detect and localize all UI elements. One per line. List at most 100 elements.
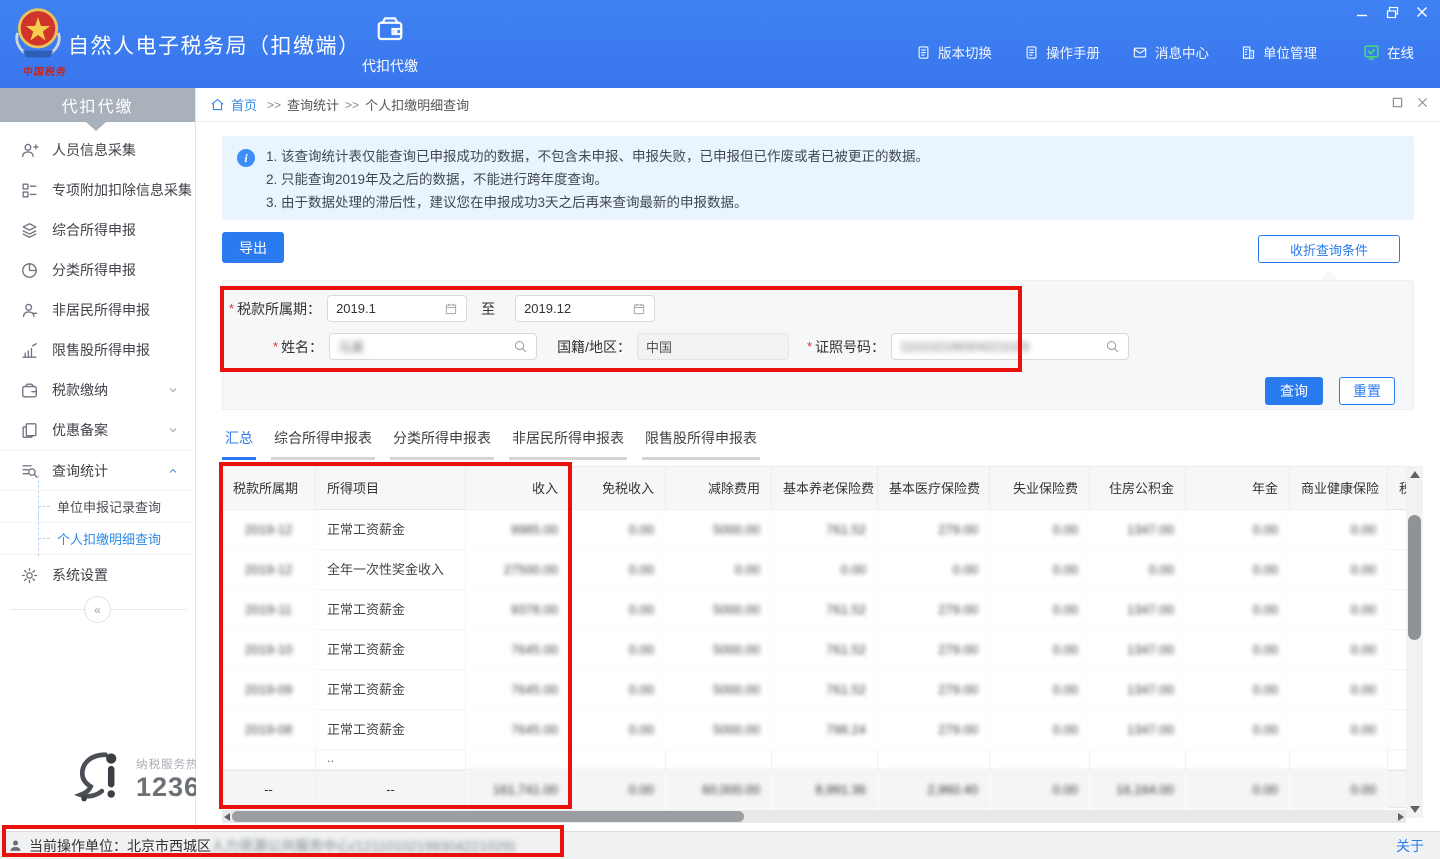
sidebar-subitem-unit-declaration-query[interactable]: 单位申报记录查询: [0, 490, 195, 522]
id-number-input[interactable]: 110102199304221029: [891, 333, 1129, 360]
table-cell: [878, 750, 990, 770]
column-header: 税款所属期: [222, 466, 316, 510]
table-cell: 0.00: [1186, 670, 1290, 710]
sidebar-item-label: 人员信息采集: [52, 140, 136, 160]
close-button[interactable]: [1414, 4, 1430, 20]
sidebar-collapse-button[interactable]: «: [84, 596, 111, 623]
table-cell: 0.00: [1186, 770, 1290, 808]
table-cell: 761.52: [772, 670, 878, 710]
submenu-label: 个人扣缴明细查询: [57, 529, 161, 548]
table-cell: 1347.00: [1090, 510, 1186, 550]
search-icon[interactable]: [1105, 339, 1120, 354]
online-status[interactable]: 在线: [1363, 42, 1414, 62]
vertical-scrollbar-thumb[interactable]: [1408, 515, 1421, 640]
chart-icon: [20, 341, 39, 360]
collapse-query-conditions-button[interactable]: 收折查询条件: [1258, 235, 1400, 263]
table-cell: 1347.00: [1090, 590, 1186, 630]
horizontal-scrollbar-thumb[interactable]: [232, 811, 744, 822]
reset-button[interactable]: 重置: [1339, 377, 1395, 405]
hotline-headset-icon: [72, 750, 128, 808]
id-number-value: 110102199304221029: [900, 339, 1105, 354]
sidebar-item-special-deduction[interactable]: 专项附加扣除信息采集: [0, 170, 195, 210]
menu-unit-management[interactable]: 单位管理: [1241, 42, 1317, 62]
name-input[interactable]: 马某: [329, 333, 537, 360]
sidebar-subitem-personal-withholding-query[interactable]: 个人扣缴明细查询: [0, 522, 195, 554]
notice-line: 3. 由于数据处理的滞后性，建议您在申报成功3天之后再来查询最新的申报数据。: [266, 191, 1414, 214]
tab-restricted-stock[interactable]: 限售股所得申报表: [642, 428, 760, 460]
minimize-button[interactable]: [1354, 4, 1370, 20]
calendar-icon[interactable]: [444, 302, 458, 316]
breadcrumb-home[interactable]: 首页: [231, 95, 257, 114]
export-button[interactable]: 导出: [222, 232, 284, 263]
panel-maximize-icon[interactable]: [1392, 97, 1403, 108]
about-link[interactable]: 关于: [1396, 836, 1424, 856]
horizontal-scrollbar[interactable]: [222, 810, 1406, 823]
sidebar-item-system-settings[interactable]: 系统设置: [0, 555, 195, 595]
table-cell: 全年一次性奖金收入: [316, 550, 466, 590]
table-cell: 279.00: [878, 510, 990, 550]
search-icon[interactable]: [513, 339, 528, 354]
table-cell: [666, 750, 772, 770]
scroll-left-arrow-icon[interactable]: [224, 813, 230, 821]
table-cell: 正常工资薪金: [316, 590, 466, 630]
sidebar-item-label: 限售股所得申报: [52, 340, 150, 360]
nav-daikou-daijiao[interactable]: 代扣代缴: [345, 14, 435, 76]
column-header: 商业健康保险: [1290, 466, 1388, 510]
sidebar-item-classified-income[interactable]: 分类所得申报: [0, 250, 195, 290]
column-header: 免税收入: [570, 466, 666, 510]
table-cell: 0.00: [772, 550, 878, 590]
calendar-icon[interactable]: [632, 302, 646, 316]
sidebar-item-label: 税款缴纳: [52, 380, 108, 400]
table-cell: 279.00: [878, 710, 990, 750]
table-cell: 5000.00: [666, 630, 772, 670]
period-from-input[interactable]: 2019.1: [327, 295, 467, 322]
table-cell: 27500.00: [466, 550, 570, 590]
sidebar-item-nonresident-income[interactable]: 非居民所得申报: [0, 290, 195, 330]
table-cell: 761.52: [772, 590, 878, 630]
layers-icon: [20, 221, 39, 240]
sidebar-item-preference-filing[interactable]: 优惠备案: [0, 410, 195, 450]
menu-label: 操作手册: [1046, 42, 1100, 62]
status-bar: 当前操作单位：北京市西城区 人力资源公共服务中心(121101021993042…: [0, 831, 1440, 859]
scroll-down-arrow-icon[interactable]: [1410, 806, 1420, 813]
table-cell: 161,741.00: [466, 770, 570, 808]
query-button[interactable]: 查询: [1265, 377, 1323, 405]
menu-message-center[interactable]: 消息中心: [1132, 42, 1209, 62]
table-cell: 1347.00: [1090, 710, 1186, 750]
period-to-input[interactable]: 2019.12: [515, 295, 655, 322]
table-cell: 0.00: [990, 550, 1090, 590]
table-row: 2019-09正常工资薪金7645.000.005000.00761.52279…: [222, 670, 1406, 710]
menu-manual[interactable]: 操作手册: [1024, 42, 1100, 62]
sidebar-item-comprehensive-income[interactable]: 综合所得申报: [0, 210, 195, 250]
tab-comprehensive-income[interactable]: 综合所得申报表: [271, 428, 375, 460]
tab-nonresident-income[interactable]: 非居民所得申报表: [509, 428, 627, 460]
tab-classified-income[interactable]: 分类所得申报表: [390, 428, 494, 460]
vertical-scrollbar[interactable]: [1406, 466, 1423, 818]
menu-version-switch[interactable]: 版本切换: [916, 42, 992, 62]
table-cell: --: [222, 770, 316, 808]
table-cell: 2019-10: [222, 630, 316, 670]
scroll-right-arrow-icon[interactable]: [1398, 813, 1404, 821]
restore-button[interactable]: [1384, 4, 1400, 20]
sidebar-item-tax-payment[interactable]: 税款缴纳: [0, 370, 195, 410]
table-cell: 0.00: [570, 550, 666, 590]
sidebar-item-restricted-stock[interactable]: 限售股所得申报: [0, 330, 195, 370]
sidebar-item-personnel-info[interactable]: 人员信息采集: [0, 130, 195, 170]
table-cell: 0.00: [1290, 710, 1388, 750]
sidebar-item-label: 优惠备案: [52, 420, 108, 440]
table-cell: 正常工资薪金: [316, 510, 466, 550]
table-row: 2019-12全年一次性奖金收入27500.000.000.000.000.00…: [222, 550, 1406, 590]
notice-line: 1. 该查询统计表仅能查询已申报成功的数据，不包含未申报、申报失败，已申报但已作…: [266, 145, 1414, 168]
breadcrumb-separator: >>: [267, 98, 281, 112]
scroll-up-arrow-icon[interactable]: [1410, 471, 1420, 478]
menu-label: 消息中心: [1155, 42, 1209, 62]
tab-summary[interactable]: 汇总: [222, 428, 256, 460]
sidebar-item-query-statistics[interactable]: 查询统计: [0, 450, 195, 490]
current-operating-unit: 当前操作单位：北京市西城区: [29, 836, 211, 856]
column-header: 住房公积金: [1090, 466, 1186, 510]
table-cell: 2019-12: [222, 550, 316, 590]
nationality-label: 国籍/地区：: [557, 337, 631, 357]
menu-label: 版本切换: [938, 42, 992, 62]
hotline-logo: 纳税服务热线 12366: [72, 750, 216, 808]
panel-close-icon[interactable]: [1417, 97, 1428, 108]
